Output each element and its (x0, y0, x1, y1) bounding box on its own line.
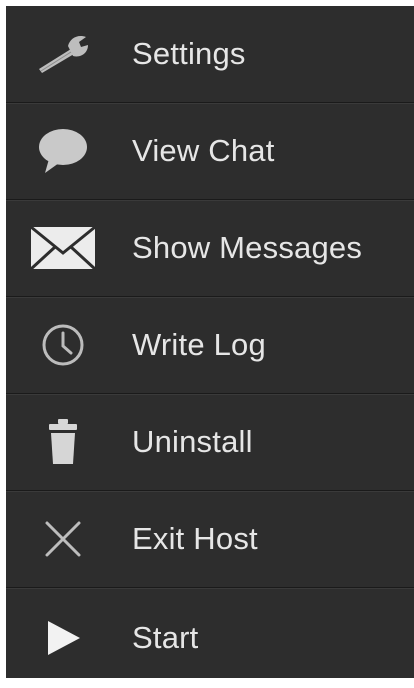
trash-icon (8, 412, 118, 472)
menu-item-settings[interactable]: Settings (6, 6, 414, 103)
play-icon (8, 608, 118, 668)
menu-item-start[interactable]: Start (6, 588, 414, 688)
menu-item-view-chat[interactable]: View Chat (6, 103, 414, 200)
menu-item-exit-host[interactable]: Exit Host (6, 491, 414, 588)
menu-item-label: Uninstall (132, 424, 253, 459)
close-x-icon (8, 509, 118, 569)
menu-item-label: Settings (132, 36, 246, 71)
menu-item-label: Start (132, 620, 199, 655)
menu-item-label: Write Log (132, 327, 266, 362)
menu-item-uninstall[interactable]: Uninstall (6, 394, 414, 491)
envelope-icon (8, 218, 118, 278)
menu-item-label: View Chat (132, 133, 275, 168)
chat-bubble-icon (8, 121, 118, 181)
menu-item-label: Show Messages (132, 230, 363, 265)
wrench-icon (8, 24, 118, 84)
clock-icon (8, 315, 118, 375)
menu-item-write-log[interactable]: Write Log (6, 297, 414, 394)
options-menu: Settings View Chat Show Messages Write L… (6, 6, 414, 678)
menu-item-label: Exit Host (132, 521, 258, 556)
menu-item-show-messages[interactable]: Show Messages (6, 200, 414, 297)
